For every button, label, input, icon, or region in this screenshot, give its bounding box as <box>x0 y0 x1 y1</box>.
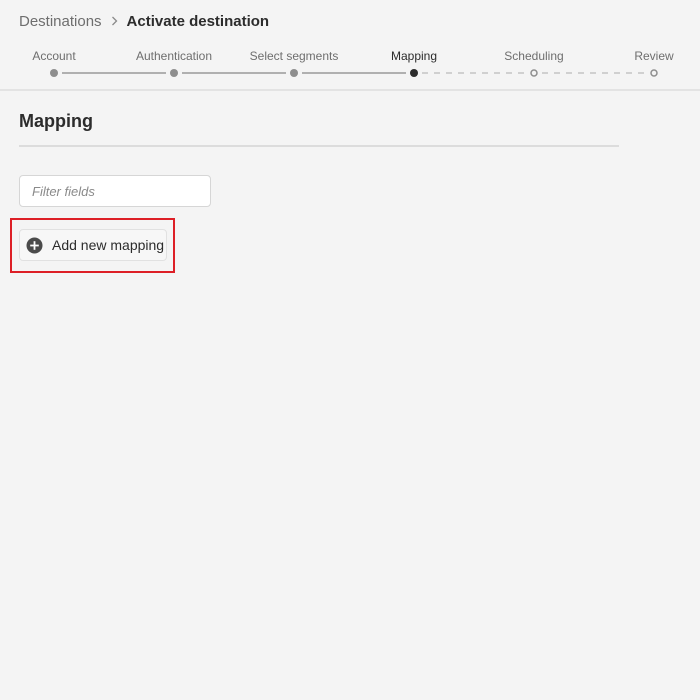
step-dot-review <box>650 69 658 77</box>
step-dot-account[interactable] <box>50 69 58 77</box>
step-scheduling: Scheduling <box>504 49 564 63</box>
workflow-stepper: Account Authentication Select segments M… <box>0 44 700 84</box>
step-select-segments[interactable]: Select segments <box>250 49 339 63</box>
step-review: Review <box>634 49 674 63</box>
step-dot-select-segments[interactable] <box>290 69 298 77</box>
breadcrumb-destinations-link[interactable]: Destinations <box>19 13 102 30</box>
step-dot-authentication[interactable] <box>170 69 178 77</box>
step-authentication[interactable]: Authentication <box>136 49 212 63</box>
stepper-track <box>50 69 658 77</box>
section-divider <box>19 145 619 147</box>
add-circle-icon <box>26 237 43 254</box>
add-new-mapping-button[interactable]: Add new mapping <box>19 229 167 261</box>
breadcrumb: Destinations Activate destination <box>19 11 269 31</box>
step-dot-scheduling <box>530 69 538 77</box>
add-new-mapping-label: Add new mapping <box>52 237 165 253</box>
chevron-right-icon <box>111 16 119 26</box>
breadcrumb-current: Activate destination <box>126 12 270 30</box>
step-mapping[interactable]: Mapping <box>391 49 437 63</box>
header-divider <box>0 89 700 91</box>
step-dot-mapping[interactable] <box>410 69 418 77</box>
filter-fields-input[interactable] <box>19 175 211 207</box>
section-title: Mapping <box>19 111 93 131</box>
step-account[interactable]: Account <box>32 49 75 63</box>
